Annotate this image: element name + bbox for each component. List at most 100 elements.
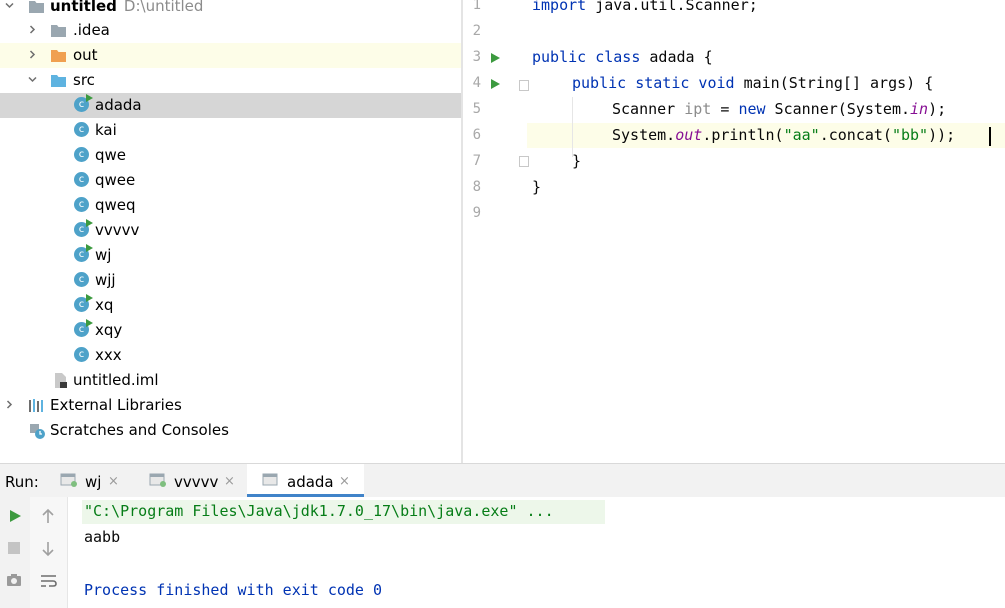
console-tab-icon	[262, 473, 278, 486]
run-toolbar-secondary	[30, 497, 68, 608]
tree-item-label: kai	[95, 121, 117, 139]
chevron-right-icon[interactable]	[28, 50, 37, 59]
run-tab-vvvvv[interactable]: vvvvv ×	[149, 464, 239, 497]
libraries-icon	[29, 399, 43, 412]
line-number: 4	[472, 75, 481, 91]
fold-marker-icon[interactable]	[519, 156, 529, 167]
java-class-runnable-icon: c	[74, 244, 93, 264]
run-tab-wj[interactable]: wj ×	[60, 464, 130, 497]
java-class-icon: c	[74, 122, 91, 139]
tree-item-wj[interactable]: c wj	[0, 243, 461, 268]
fold-marker-icon[interactable]	[519, 80, 529, 91]
run-tab-label: vvvvv	[174, 473, 219, 491]
run-tab-adada[interactable]: adada ×	[247, 464, 364, 497]
chevron-right-icon[interactable]	[5, 400, 14, 409]
java-class-runnable-icon: c	[74, 219, 93, 239]
tree-item-label: External Libraries	[50, 396, 182, 414]
tree-item-out[interactable]: out	[0, 43, 461, 68]
indent-guide	[572, 97, 573, 157]
console-output[interactable]: "C:\Program Files\Java\jdk1.7.0_17\bin\j…	[68, 497, 1005, 608]
console-tab-icon	[149, 473, 166, 487]
tree-item-label: wj	[95, 246, 112, 264]
java-class-runnable-icon: c	[74, 319, 93, 339]
code-line-3: public class adada {	[532, 48, 713, 66]
line-number: 9	[472, 205, 481, 221]
tree-item-qwee[interactable]: c qwee	[0, 168, 461, 193]
chevron-down-icon[interactable]	[28, 75, 37, 84]
tree-item-label: .idea	[73, 21, 110, 39]
run-toolbar-primary	[0, 497, 30, 608]
tree-item-label: xq	[95, 296, 114, 314]
run-gutter-icon[interactable]	[491, 79, 500, 89]
code-editor[interactable]: 1 2 3 4 5 6 7 8 9 import java.util.Scann…	[463, 0, 1005, 463]
tree-item-label: xxx	[95, 346, 122, 364]
tree-item-label: qwee	[95, 171, 136, 189]
tree-item-xxx[interactable]: c xxx	[0, 343, 461, 368]
tree-item-iml[interactable]: untitled.iml	[0, 368, 461, 393]
source-folder-icon	[51, 75, 66, 87]
line-number: 2	[472, 23, 481, 39]
scratches-icon	[30, 424, 45, 439]
tree-item-idea[interactable]: .idea	[0, 18, 461, 43]
tree-item-src[interactable]: src	[0, 68, 461, 93]
java-class-icon: c	[74, 147, 91, 164]
close-icon[interactable]: ×	[224, 474, 235, 489]
run-gutter-icon[interactable]	[491, 53, 500, 63]
close-icon[interactable]: ×	[108, 474, 119, 489]
tree-item-label: adada	[95, 96, 142, 114]
console-tab-icon	[60, 473, 77, 487]
tree-item-adada[interactable]: c adada	[0, 93, 461, 118]
tree-item-qweq[interactable]: c qweq	[0, 193, 461, 218]
line-number: 3	[472, 49, 481, 65]
code-line-5: Scanner ipt = new Scanner(System.in);	[612, 100, 947, 118]
tree-item-label: vvvvv	[95, 221, 140, 239]
orange-folder-icon	[51, 50, 66, 62]
console-program-output: aabb	[84, 528, 121, 546]
tree-item-scratches[interactable]: Scratches and Consoles	[0, 418, 461, 443]
tree-item-xq[interactable]: c xq	[0, 293, 461, 318]
line-number: 1	[472, 0, 481, 13]
arrow-up-icon[interactable]	[41, 508, 55, 524]
tree-item-label: qwe	[95, 146, 127, 164]
tree-item-label: src	[73, 71, 95, 89]
tree-item-external-libraries[interactable]: External Libraries	[0, 393, 461, 418]
line-number: 6	[472, 127, 481, 143]
camera-icon[interactable]	[6, 573, 22, 587]
tree-item-label: xqy	[95, 321, 123, 339]
run-window-title: Run:	[5, 473, 39, 491]
tree-item-xqy[interactable]: c xqy	[0, 318, 461, 343]
tree-item-label: qweq	[95, 196, 136, 214]
line-number: 8	[472, 179, 481, 195]
tree-item-vvvvv[interactable]: c vvvvv	[0, 218, 461, 243]
console-exit-message: Process finished with exit code 0	[84, 581, 383, 599]
project-root-label: untitled D:\untitled	[50, 0, 203, 15]
tree-item-kai[interactable]: c kai	[0, 118, 461, 143]
line-number: 5	[472, 101, 481, 117]
java-class-icon: c	[74, 347, 91, 364]
console-command-line[interactable]: "C:\Program Files\Java\jdk1.7.0_17\bin\j…	[84, 502, 554, 520]
close-icon[interactable]: ×	[339, 474, 350, 489]
run-tool-window-header: Run: wj × vvvvv × adada ×	[0, 463, 1005, 497]
rerun-icon[interactable]	[7, 508, 23, 524]
stop-icon[interactable]	[7, 541, 21, 555]
project-root-path: D:\untitled	[123, 0, 204, 15]
chevron-down-icon[interactable]	[5, 1, 14, 10]
java-class-runnable-icon: c	[74, 294, 93, 314]
arrow-down-icon[interactable]	[41, 541, 55, 557]
soft-wrap-icon[interactable]	[40, 574, 58, 588]
run-tab-label: adada	[287, 473, 334, 491]
module-file-icon	[55, 373, 67, 388]
java-class-icon: c	[74, 172, 91, 189]
text-caret	[989, 127, 991, 146]
code-line-6: System.out.println("aa".concat("bb"));	[612, 126, 956, 144]
folder-icon	[29, 1, 44, 13]
code-line-1: import java.util.Scanner;	[532, 0, 758, 14]
tree-item-qwe[interactable]: c qwe	[0, 143, 461, 168]
tree-item-wjj[interactable]: c wjj	[0, 268, 461, 293]
code-line-4: public static void main(String[] args) {	[572, 74, 934, 92]
tree-item-project-root[interactable]: untitled D:\untitled	[0, 0, 461, 19]
java-class-icon: c	[74, 197, 91, 214]
java-class-icon: c	[74, 272, 91, 289]
chevron-right-icon[interactable]	[28, 25, 37, 34]
folder-icon	[51, 25, 66, 37]
